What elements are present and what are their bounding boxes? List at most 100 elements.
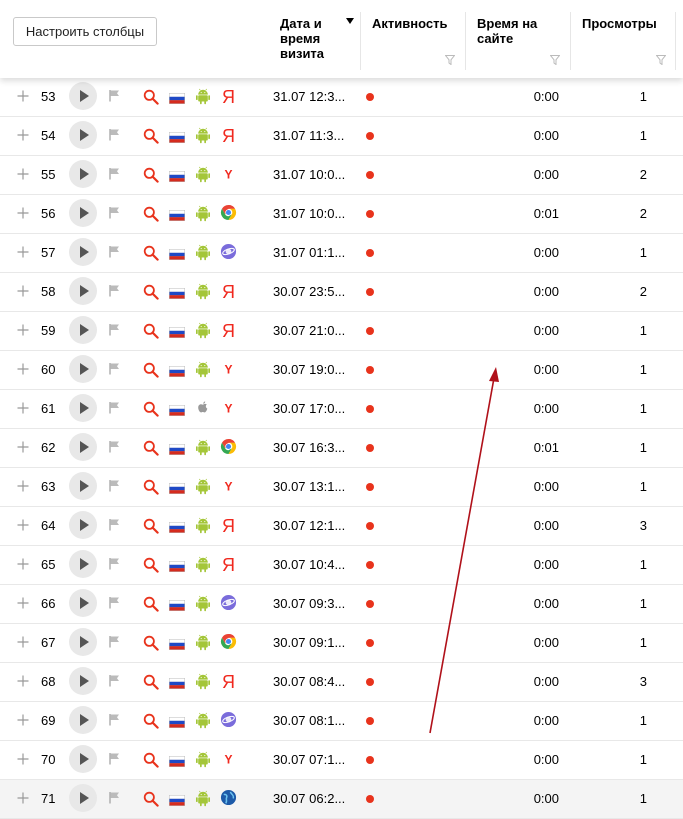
expand-plus-icon[interactable] [17, 479, 29, 492]
expand-plus-icon[interactable] [17, 167, 29, 180]
table-row[interactable]: 70 Y 30.07 07:1... 0:00 1 [0, 741, 683, 780]
play-recording-button[interactable] [69, 550, 97, 578]
table-row[interactable]: 61 Y 30.07 17:0... 0:00 1 [0, 390, 683, 429]
time-on-site: 0:00 [533, 362, 559, 377]
flag-icon[interactable] [108, 713, 121, 726]
play-recording-button[interactable] [69, 355, 97, 383]
flag-icon[interactable] [108, 89, 121, 102]
pageviews-count: 1 [639, 128, 647, 143]
column-header-time-on-site[interactable]: Время на сайте [477, 16, 537, 46]
expand-plus-icon[interactable] [17, 557, 29, 570]
play-recording-button[interactable] [69, 706, 97, 734]
play-recording-button[interactable] [69, 121, 97, 149]
expand-plus-icon[interactable] [17, 323, 29, 336]
search-engine-icon [143, 635, 159, 651]
play-recording-button[interactable] [69, 472, 97, 500]
expand-plus-icon[interactable] [17, 791, 29, 804]
flag-icon[interactable] [108, 557, 121, 570]
flag-icon[interactable] [108, 596, 121, 609]
table-row[interactable]: 71 30.07 06:2... 0:00 1 [0, 780, 683, 819]
russia-flag-icon [169, 481, 185, 494]
play-recording-button[interactable] [69, 511, 97, 539]
flag-icon[interactable] [108, 128, 121, 141]
search-engine-icon [143, 713, 159, 729]
sort-desc-icon[interactable] [346, 18, 354, 24]
expand-plus-icon[interactable] [17, 245, 29, 258]
column-header-activity[interactable]: Активность [372, 16, 447, 31]
column-divider [465, 12, 466, 70]
flag-icon[interactable] [108, 674, 121, 687]
table-row[interactable]: 62 30.07 16:3... 0:01 1 [0, 429, 683, 468]
expand-plus-icon[interactable] [17, 674, 29, 687]
flag-icon[interactable] [108, 167, 121, 180]
expand-plus-icon[interactable] [17, 401, 29, 414]
play-recording-button[interactable] [69, 589, 97, 617]
expand-plus-icon[interactable] [17, 596, 29, 609]
pageviews-count: 1 [639, 752, 647, 767]
play-recording-button[interactable] [69, 199, 97, 227]
column-header-views[interactable]: Просмотры [582, 16, 657, 31]
play-recording-button[interactable] [69, 394, 97, 422]
expand-plus-icon[interactable] [17, 635, 29, 648]
play-recording-button[interactable] [69, 82, 97, 110]
play-recording-button[interactable] [69, 433, 97, 461]
table-row[interactable]: 53 Я 31.07 12:3... 0:00 1 [0, 78, 683, 117]
expand-plus-icon[interactable] [17, 518, 29, 531]
flag-icon[interactable] [108, 752, 121, 765]
visit-datetime: 30.07 21:0... [273, 323, 346, 338]
play-recording-button[interactable] [69, 784, 97, 812]
table-row[interactable]: 65 Я 30.07 10:4... 0:00 1 [0, 546, 683, 585]
flag-icon[interactable] [108, 479, 121, 492]
flag-icon[interactable] [108, 791, 121, 804]
play-recording-button[interactable] [69, 160, 97, 188]
configure-columns-button[interactable]: Настроить столбцы [13, 17, 157, 46]
expand-plus-icon[interactable] [17, 128, 29, 141]
filter-icon[interactable] [445, 55, 455, 65]
table-row[interactable]: 64 Я 30.07 12:1... 0:00 3 [0, 507, 683, 546]
play-recording-button[interactable] [69, 667, 97, 695]
expand-plus-icon[interactable] [17, 713, 29, 726]
table-row[interactable]: 68 Я 30.07 08:4... 0:00 3 [0, 663, 683, 702]
filter-icon[interactable] [656, 55, 666, 65]
flag-icon[interactable] [108, 635, 121, 648]
row-number: 71 [41, 791, 56, 806]
table-row[interactable]: 66 30.07 09:3... 0:00 1 [0, 585, 683, 624]
column-header-date[interactable]: Дата и время визита [280, 16, 324, 61]
table-row[interactable]: 56 31.07 10:0... 0:01 2 [0, 195, 683, 234]
pageviews-count: 1 [639, 635, 647, 650]
flag-icon[interactable] [108, 284, 121, 297]
play-recording-button[interactable] [69, 316, 97, 344]
table-row[interactable]: 67 30.07 09:1... 0:00 1 [0, 624, 683, 663]
play-recording-button[interactable] [69, 745, 97, 773]
expand-plus-icon[interactable] [17, 206, 29, 219]
table-row[interactable]: 55 Y 31.07 10:0... 0:00 2 [0, 156, 683, 195]
expand-plus-icon[interactable] [17, 440, 29, 453]
expand-plus-icon[interactable] [17, 89, 29, 102]
play-recording-button[interactable] [69, 238, 97, 266]
flag-icon[interactable] [108, 440, 121, 453]
flag-icon[interactable] [108, 401, 121, 414]
play-recording-button[interactable] [69, 277, 97, 305]
table-row[interactable]: 69 30.07 08:1... 0:00 1 [0, 702, 683, 741]
activity-header-label: Активность [372, 16, 448, 31]
play-recording-button[interactable] [69, 628, 97, 656]
flag-icon[interactable] [108, 206, 121, 219]
expand-plus-icon[interactable] [17, 284, 29, 297]
activity-dot [366, 405, 374, 413]
table-row[interactable]: 63 Y 30.07 13:1... 0:00 1 [0, 468, 683, 507]
flag-icon[interactable] [108, 245, 121, 258]
column-divider [360, 12, 361, 70]
flag-icon[interactable] [108, 362, 121, 375]
table-row[interactable]: 58 Я 30.07 23:5... 0:00 2 [0, 273, 683, 312]
table-row[interactable]: 54 Я 31.07 11:3... 0:00 1 [0, 117, 683, 156]
table-row[interactable]: 60 Y 30.07 19:0... 0:00 1 [0, 351, 683, 390]
time-on-site: 0:00 [533, 713, 559, 728]
expand-plus-icon[interactable] [17, 362, 29, 375]
table-row[interactable]: 57 31.07 01:1... 0:00 1 [0, 234, 683, 273]
flag-icon[interactable] [108, 518, 121, 531]
filter-icon[interactable] [550, 55, 560, 65]
android-icon [195, 166, 211, 183]
flag-icon[interactable] [108, 323, 121, 336]
table-row[interactable]: 59 Я 30.07 21:0... 0:00 1 [0, 312, 683, 351]
expand-plus-icon[interactable] [17, 752, 29, 765]
